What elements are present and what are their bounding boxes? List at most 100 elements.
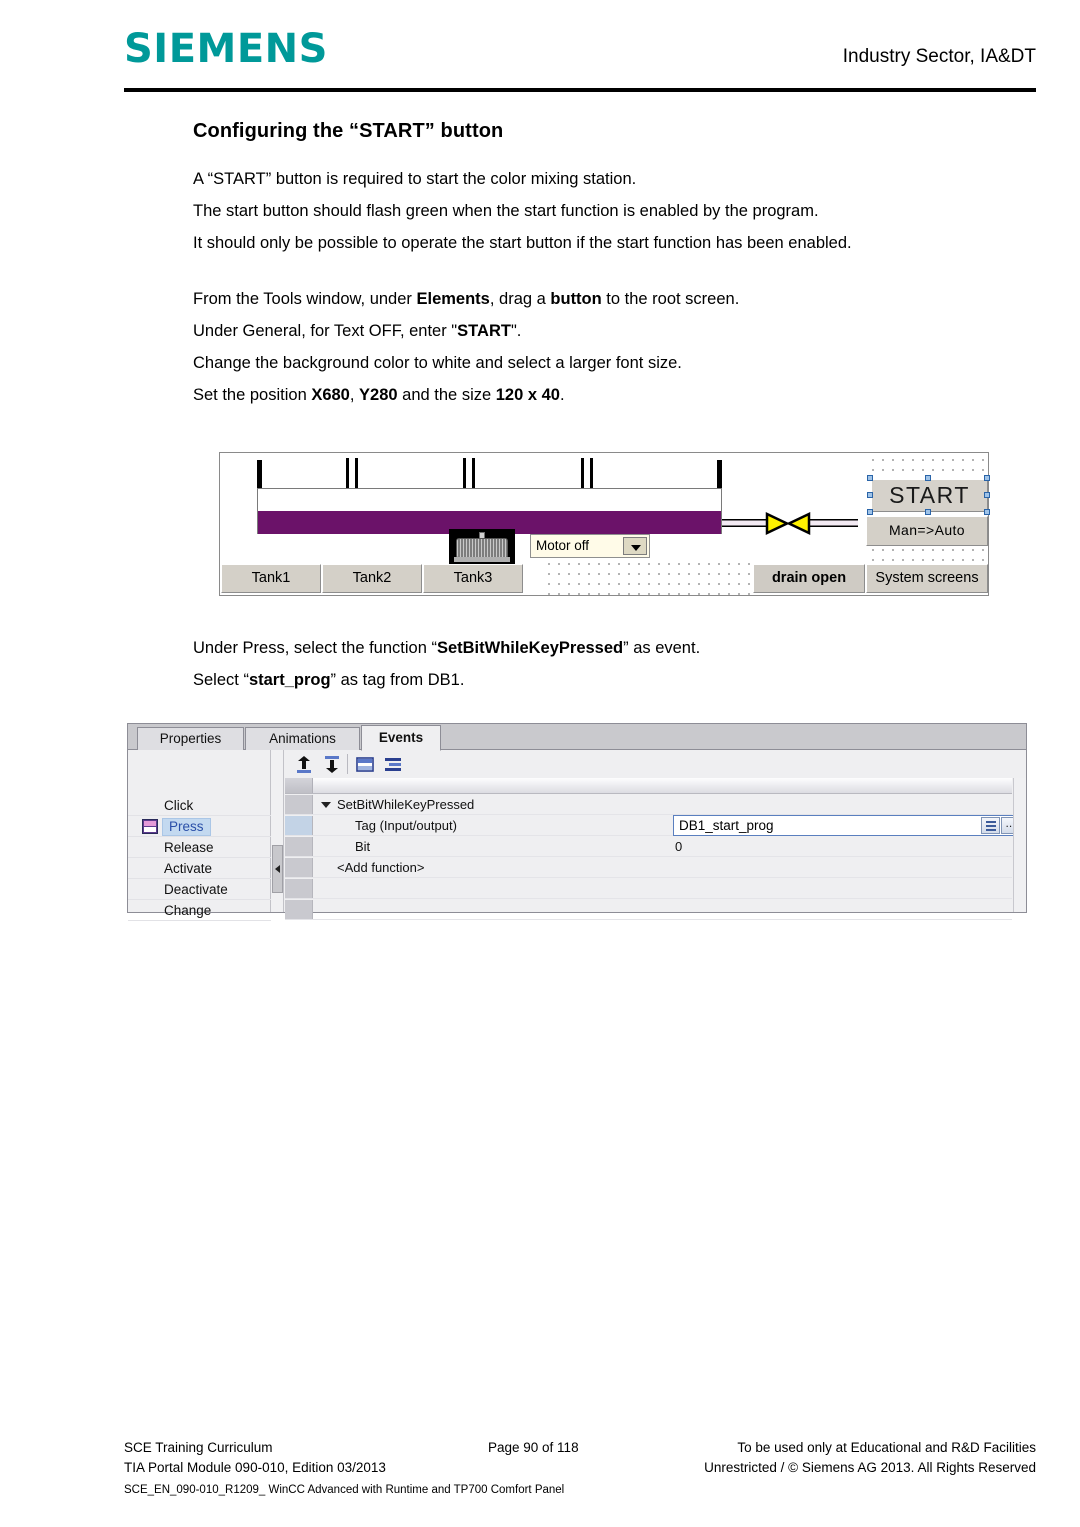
table-header-gutter [285, 778, 313, 793]
event-item-deactivate[interactable]: Deactivate [128, 880, 271, 900]
instr21-fn: SetBitWhileKeyPressed [436, 639, 624, 657]
instruction2-line-1: Under Press, select the function “SetBit… [193, 638, 973, 659]
table-row[interactable]: Bit 0 [285, 837, 1012, 857]
event-item-click[interactable]: Click [128, 796, 271, 816]
hmi-grid-center [542, 557, 752, 596]
row-gutter [285, 900, 313, 919]
page-header: SIEMENS Industry Sector, IA&DT [124, 26, 1036, 92]
instr2-a: Under General, for Text OFF, enter " [193, 322, 458, 340]
chevron-down-icon[interactable] [321, 802, 331, 808]
selection-handle-mr[interactable] [984, 492, 990, 498]
agitator-blade-1 [346, 458, 359, 488]
instr2-c: ". [510, 322, 522, 340]
add-function-row[interactable]: <Add function> [337, 858, 424, 877]
scrollbar-thumb[interactable] [272, 845, 283, 893]
page-title: Configuring the “START” button [193, 120, 504, 142]
list-icon[interactable] [383, 755, 403, 774]
motor-body [456, 538, 508, 558]
selection-handle-bc[interactable] [925, 509, 931, 515]
instr4-g: . [559, 386, 565, 404]
event-list-scrollbar[interactable] [271, 750, 284, 912]
instruction-line-4: Set the position X680, Y280 and the size… [193, 385, 973, 406]
row-gutter [285, 795, 313, 814]
instruction2-line-2: Select “start_prog” as tag from DB1. [193, 670, 973, 691]
event-detail-area: SetBitWhileKeyPressed Tag (Input/output)… [285, 750, 1026, 920]
panel-tabstrip: Properties Animations Events [128, 724, 1026, 751]
tab-events[interactable]: Events [361, 725, 441, 751]
event-item-change[interactable]: Change [128, 901, 271, 921]
start-button[interactable]: START [871, 479, 988, 512]
move-to-bottom-icon[interactable] [322, 755, 342, 774]
instructions-block-2: Under Press, select the function “SetBit… [193, 638, 973, 702]
table-row[interactable]: SetBitWhileKeyPressed [285, 795, 1012, 815]
function-name: SetBitWhileKeyPressed [337, 797, 475, 812]
table-row[interactable]: <Add function> [285, 858, 1012, 878]
row-gutter [285, 858, 313, 877]
press-event-icon [142, 819, 158, 834]
event-item-activate[interactable]: Activate [128, 859, 271, 879]
event-item-press-row[interactable]: Press [128, 817, 271, 837]
paragraph-2: The start button should flash green when… [193, 202, 819, 220]
instr1-e: to the root screen. [601, 290, 740, 308]
instr1-a: From the Tools window, under [193, 290, 417, 308]
tank1-button[interactable]: Tank1 [221, 564, 321, 593]
table-header-row [285, 778, 1012, 794]
parameter-value-bit[interactable]: 0 [675, 837, 682, 856]
table-row[interactable] [285, 879, 1012, 899]
toolbar-divider [347, 754, 348, 774]
tank3-button[interactable]: Tank3 [423, 564, 523, 593]
instr4-e: and the size [397, 386, 496, 404]
instr1-c: , drag a [489, 290, 551, 308]
selection-handle-tr[interactable] [984, 475, 990, 481]
system-screens-button[interactable]: System screens [866, 564, 988, 593]
chevron-down-glyph [631, 545, 641, 551]
page-footer: SCE Training Curriculum Page 90 of 118 T… [124, 1440, 1036, 1496]
table-row[interactable] [285, 900, 1012, 920]
paragraph-3: It should only be possible to operate th… [193, 234, 852, 252]
footer-document-id: SCE_EN_090-010_R1209_ WinCC Advanced wit… [124, 1484, 565, 1496]
pipe-segment-left [722, 519, 767, 527]
instr4-c: , [349, 386, 360, 404]
instr21-a: Under Press, select the function “ [193, 639, 437, 657]
tag-input-value: DB1_start_prog [679, 818, 774, 833]
tank2-button[interactable]: Tank2 [322, 564, 422, 593]
chevron-down-icon[interactable] [623, 537, 647, 555]
selection-handle-tl[interactable] [867, 475, 873, 481]
valve-icon [764, 511, 812, 536]
tab-properties[interactable]: Properties [137, 727, 244, 750]
footer-usage-note: To be used only at Educational and R&D F… [737, 1440, 1036, 1455]
agitator-blade-3 [581, 458, 594, 488]
tia-events-panel: Properties Animations Events Click Press… [127, 723, 1027, 921]
pipe-segment-right [810, 519, 858, 527]
event-toolbar [285, 750, 1026, 778]
motor-state-combobox[interactable]: Motor off [530, 534, 650, 558]
selection-handle-bl[interactable] [867, 509, 873, 515]
instruction-line-1: From the Tools window, under Elements, d… [193, 289, 973, 310]
selection-handle-tc[interactable] [925, 475, 931, 481]
drain-open-button[interactable]: drain open [753, 564, 865, 593]
selection-handle-br[interactable] [984, 509, 990, 515]
instr1-button: button [550, 290, 602, 308]
event-item-press-label[interactable]: Press [162, 818, 211, 836]
man-auto-button[interactable]: Man=>Auto [866, 516, 988, 546]
siemens-logo: SIEMENS [124, 26, 328, 72]
event-item-release[interactable]: Release [128, 838, 271, 858]
tank-post-right [717, 460, 722, 488]
folder-icon[interactable] [355, 755, 375, 774]
row-gutter [285, 879, 313, 898]
instr21-c: ” as event. [623, 639, 701, 657]
tag-list-icon[interactable] [981, 817, 1000, 834]
instr22-c: ” as tag from DB1. [330, 671, 465, 689]
table-vertical-scrollbar[interactable] [1013, 778, 1026, 912]
scroll-left-arrow-icon [275, 865, 280, 873]
row-gutter [285, 837, 313, 856]
move-to-top-icon[interactable] [294, 755, 314, 774]
instr4-x: X680 [311, 386, 350, 404]
tab-animations[interactable]: Animations [245, 727, 360, 750]
event-list: Click Press Release Activate Deactivate … [128, 750, 271, 921]
selection-handle-ml[interactable] [867, 492, 873, 498]
tag-input[interactable]: DB1_start_prog ... [673, 815, 1023, 836]
table-row[interactable]: Tag (Input/output) DB1_start_prog ... [285, 815, 1023, 836]
parameter-name-tag: Tag (Input/output) [355, 818, 457, 833]
